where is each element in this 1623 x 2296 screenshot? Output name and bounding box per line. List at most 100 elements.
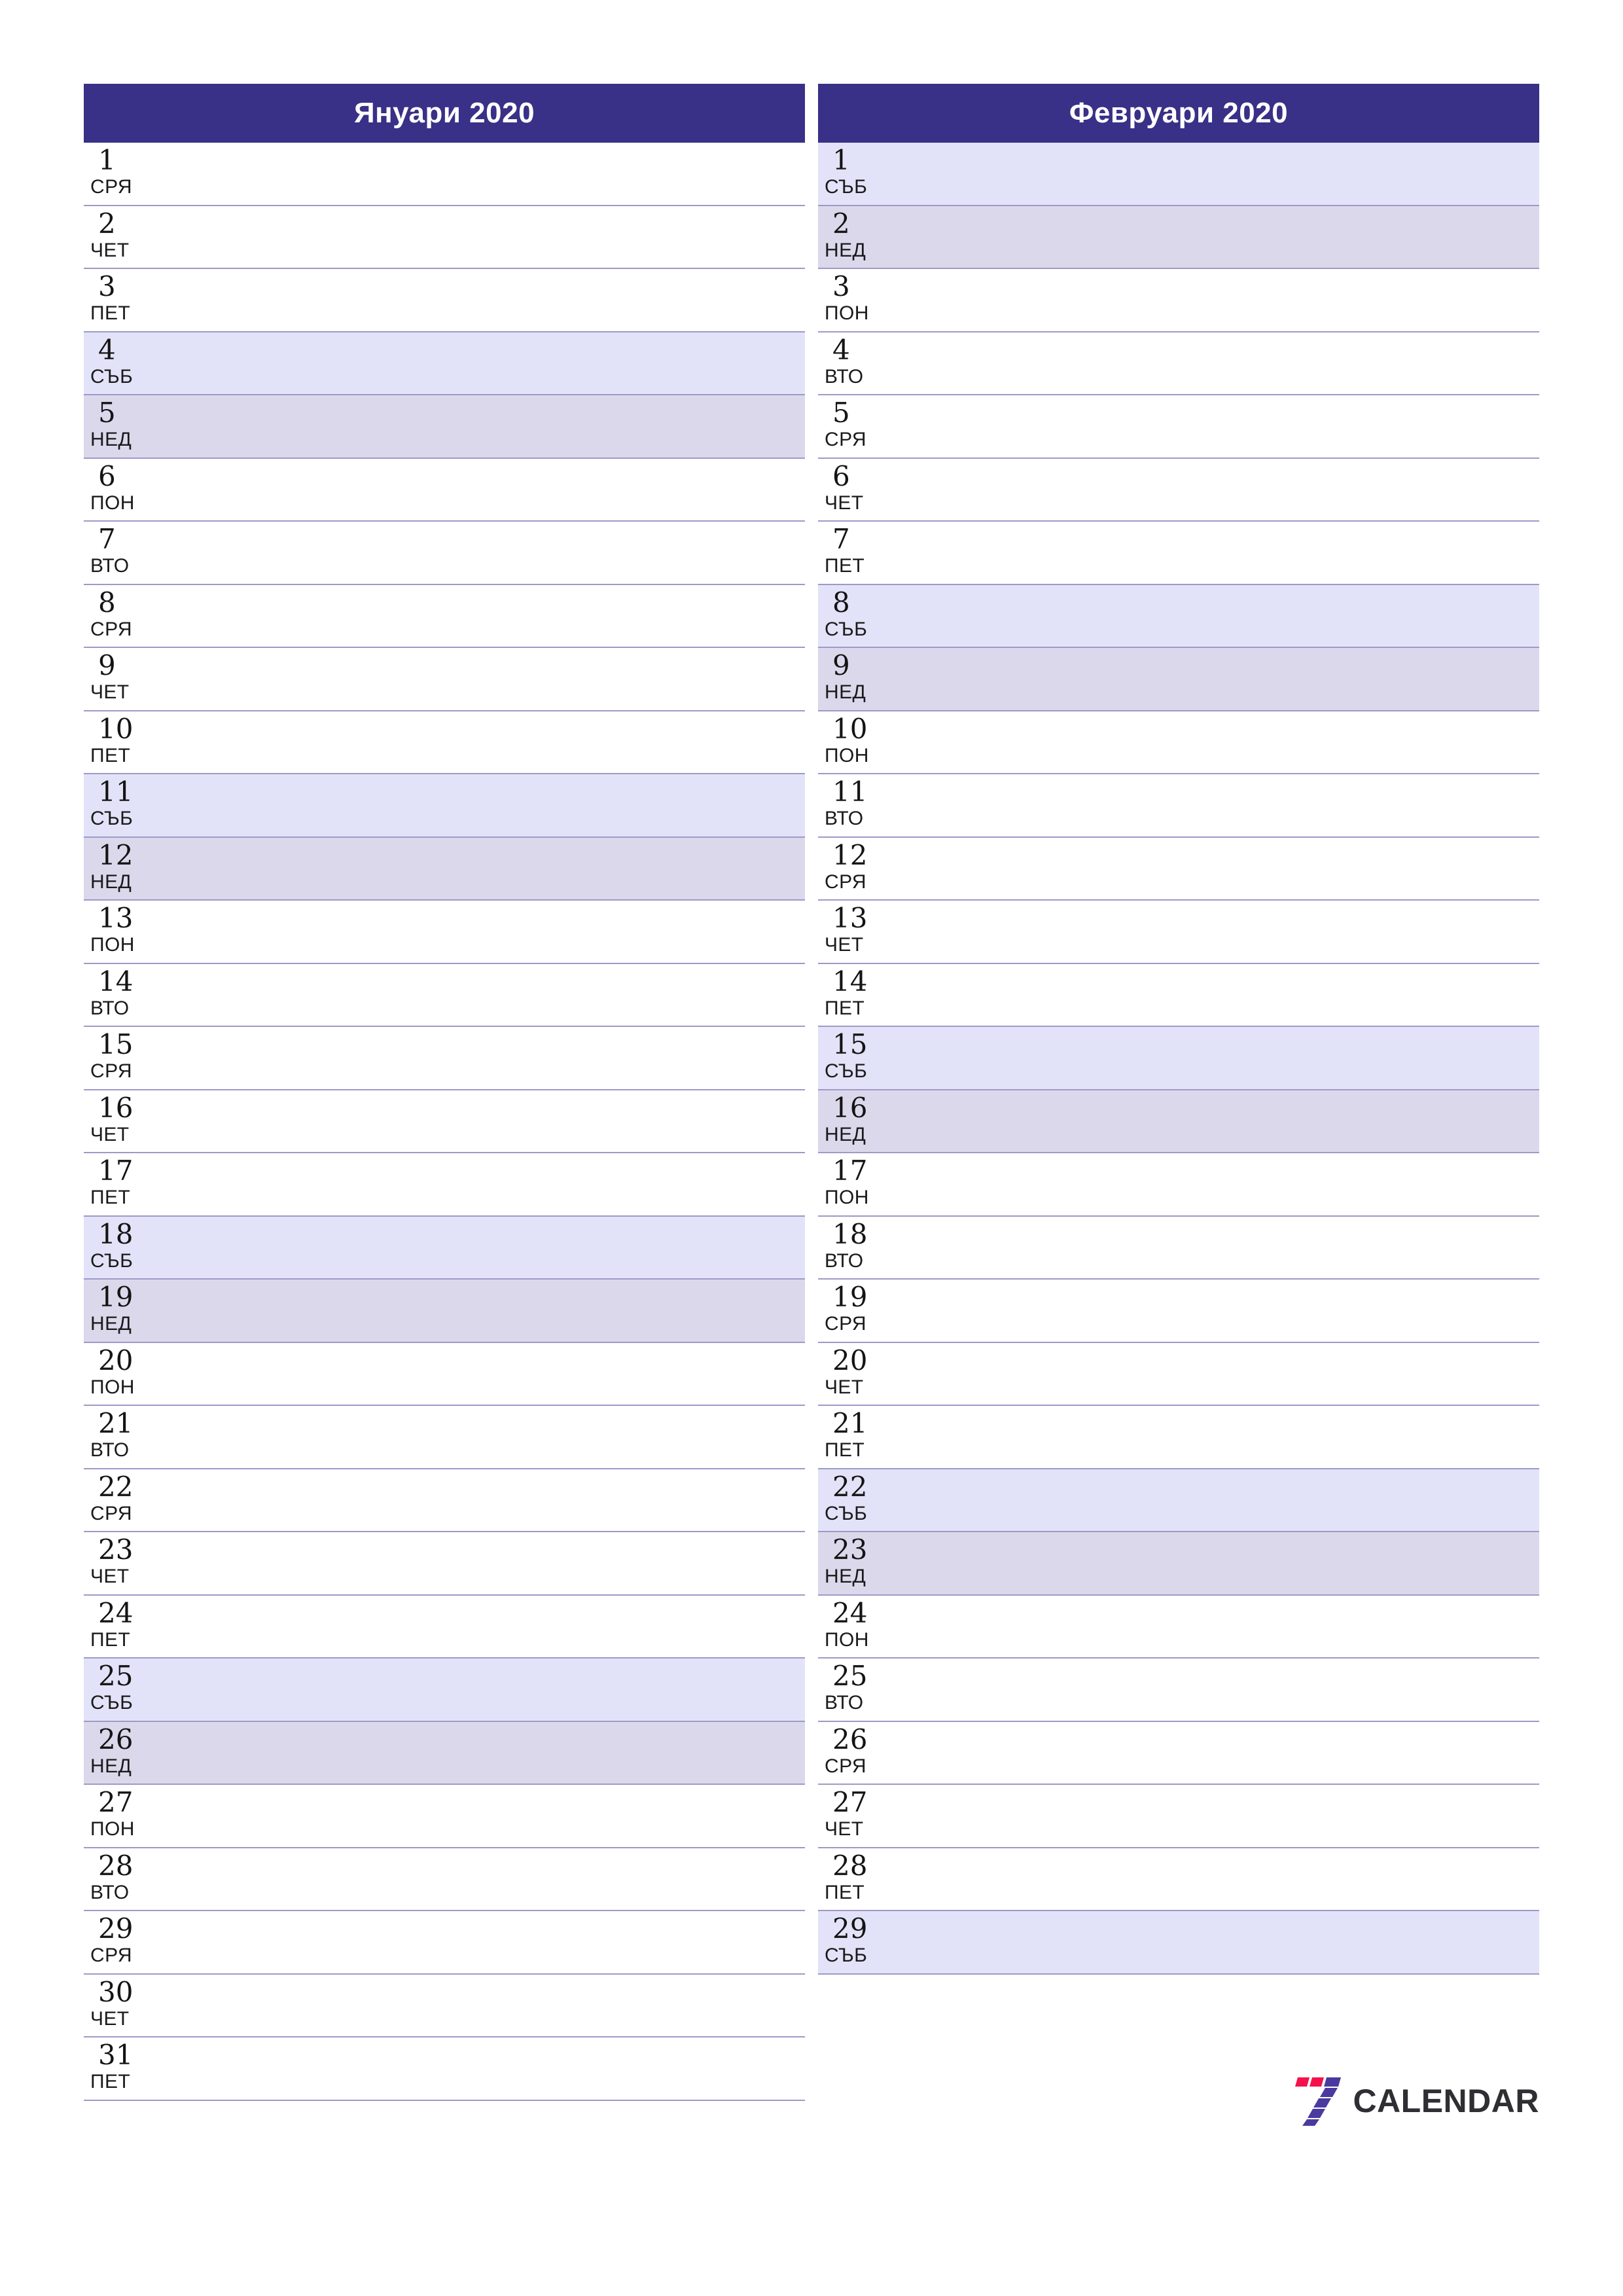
day-weekday-label: ЧЕТ <box>90 2007 130 2030</box>
day-row[interactable]: 25 ВТО <box>818 1659 1539 1722</box>
day-row[interactable]: 27 ЧЕТ <box>818 1785 1539 1848</box>
day-row[interactable]: 14 ВТО <box>84 963 805 1027</box>
day-weekday-label: ПЕТ <box>90 2071 131 2092</box>
day-row[interactable]: 6 ПОН <box>84 458 805 522</box>
day-number: 1 <box>98 144 116 176</box>
day-row[interactable]: 29 СРЯ <box>84 1911 805 1975</box>
day-row[interactable]: 30 ЧЕТ <box>84 1974 805 2037</box>
day-row[interactable]: 1 СЪБ <box>818 143 1539 206</box>
day-row[interactable]: 17 ПЕТ <box>84 1153 805 1217</box>
day-weekday-label: ПЕТ <box>90 302 131 324</box>
day-number: 24 <box>832 1596 868 1629</box>
day-number: 12 <box>98 838 134 871</box>
day-number: 14 <box>832 965 868 997</box>
day-row[interactable]: 5 НЕД <box>84 395 805 459</box>
day-row[interactable]: 7 ПЕТ <box>818 522 1539 585</box>
day-row[interactable]: 15 СРЯ <box>84 1027 805 1090</box>
day-row[interactable]: 26 НЕД <box>84 1721 805 1785</box>
day-weekday-label: НЕД <box>825 681 866 703</box>
day-row[interactable]: 7 ВТО <box>84 522 805 585</box>
day-number: 18 <box>98 1217 134 1250</box>
day-number: 9 <box>832 649 850 681</box>
day-weekday-label: ВТО <box>825 808 864 829</box>
day-row[interactable]: 5 СРЯ <box>818 395 1539 459</box>
day-row[interactable]: 8 СРЯ <box>84 584 805 648</box>
day-number: 19 <box>98 1281 134 1313</box>
day-row[interactable]: 19 НЕД <box>84 1280 805 1343</box>
day-number: 29 <box>98 1912 134 1945</box>
day-number: 26 <box>98 1723 134 1755</box>
day-weekday-label: СЪБ <box>825 176 868 198</box>
day-row[interactable]: 28 ВТО <box>84 1848 805 1911</box>
day-row[interactable]: 21 ПЕТ <box>818 1406 1539 1469</box>
day-row[interactable]: 12 СРЯ <box>818 837 1539 901</box>
day-number: 6 <box>832 459 850 492</box>
day-row[interactable]: 4 ВТО <box>818 332 1539 395</box>
day-number: 13 <box>98 902 134 934</box>
day-row[interactable]: 28 ПЕТ <box>818 1848 1539 1911</box>
day-row[interactable]: 17 ПОН <box>818 1153 1539 1217</box>
day-row[interactable]: 27 ПОН <box>84 1785 805 1848</box>
day-number: 2 <box>832 207 850 240</box>
day-row[interactable]: 16 ЧЕТ <box>84 1090 805 1153</box>
day-row[interactable]: 18 СЪБ <box>84 1216 805 1280</box>
day-number: 31 <box>98 2039 134 2071</box>
day-row[interactable]: 13 ЧЕТ <box>818 901 1539 964</box>
day-number: 5 <box>832 397 850 429</box>
day-row[interactable]: 6 ЧЕТ <box>818 458 1539 522</box>
day-number: 1 <box>832 144 850 176</box>
day-weekday-label: ПОН <box>825 302 869 324</box>
day-weekday-label: СЪБ <box>825 1945 868 1966</box>
day-number: 14 <box>98 965 134 997</box>
day-number: 21 <box>832 1407 868 1439</box>
day-row[interactable]: 3 ПОН <box>818 269 1539 332</box>
day-weekday-label: ЧЕТ <box>825 1818 864 1840</box>
day-row[interactable]: 15 СЪБ <box>818 1027 1539 1090</box>
day-row[interactable]: 23 ЧЕТ <box>84 1532 805 1596</box>
day-row[interactable]: 9 НЕД <box>818 648 1539 711</box>
day-row[interactable]: 20 ЧЕТ <box>818 1342 1539 1406</box>
day-row[interactable]: 10 ПЕТ <box>84 711 805 774</box>
day-weekday-label: ПОН <box>825 1187 869 1208</box>
day-row[interactable]: 13 ПОН <box>84 901 805 964</box>
day-list-february: 1 СЪБ 2 НЕД 3 ПОН 4 ВТО 5 СРЯ 6 ЧЕТ 7 ПЕТ 8 СЪБ 9 НЕД 10 ПО… <box>818 143 1539 1975</box>
day-number: 16 <box>832 1091 868 1124</box>
day-row[interactable]: 16 НЕД <box>818 1090 1539 1153</box>
day-number: 2 <box>98 207 116 240</box>
day-number: 9 <box>98 649 116 681</box>
day-weekday-label: ЧЕТ <box>90 1566 130 1587</box>
day-row[interactable]: 2 НЕД <box>818 206 1539 269</box>
day-weekday-label: СЪБ <box>825 1502 868 1524</box>
day-row[interactable]: 26 СРЯ <box>818 1721 1539 1785</box>
day-row[interactable]: 4 СЪБ <box>84 332 805 395</box>
day-number: 3 <box>98 270 116 302</box>
day-number: 16 <box>98 1091 134 1124</box>
day-number: 15 <box>832 1028 868 1060</box>
day-row[interactable]: 8 СЪБ <box>818 584 1539 648</box>
day-row[interactable]: 10 ПОН <box>818 711 1539 774</box>
day-weekday-label: ВТО <box>90 1439 130 1461</box>
day-number: 22 <box>832 1470 868 1503</box>
day-row[interactable]: 11 ВТО <box>818 774 1539 838</box>
day-list-january: 1 СРЯ 2 ЧЕТ 3 ПЕТ 4 СЪБ 5 НЕД 6 ПОН 7 ВТО 8 СРЯ 9 ЧЕТ 10 ПЕ… <box>84 143 805 2101</box>
day-row[interactable]: 12 НЕД <box>84 837 805 901</box>
day-weekday-label: ПЕТ <box>825 1439 865 1461</box>
day-row[interactable]: 20 ПОН <box>84 1342 805 1406</box>
day-row[interactable]: 22 СРЯ <box>84 1469 805 1532</box>
day-row[interactable]: 3 ПЕТ <box>84 269 805 332</box>
day-row[interactable]: 21 ВТО <box>84 1406 805 1469</box>
day-row[interactable]: 29 СЪБ <box>818 1911 1539 1975</box>
day-row[interactable]: 9 ЧЕТ <box>84 648 805 711</box>
day-row[interactable]: 14 ПЕТ <box>818 963 1539 1027</box>
day-row[interactable]: 23 НЕД <box>818 1532 1539 1596</box>
day-row[interactable]: 24 ПОН <box>818 1595 1539 1659</box>
day-row[interactable]: 31 ПЕТ <box>84 2037 805 2101</box>
day-row[interactable]: 1 СРЯ <box>84 143 805 206</box>
day-row[interactable]: 22 СЪБ <box>818 1469 1539 1532</box>
day-row[interactable]: 19 СРЯ <box>818 1280 1539 1343</box>
day-row[interactable]: 24 ПЕТ <box>84 1595 805 1659</box>
day-row[interactable]: 2 ЧЕТ <box>84 206 805 269</box>
day-row[interactable]: 11 СЪБ <box>84 774 805 838</box>
day-row[interactable]: 18 ВТО <box>818 1216 1539 1280</box>
day-row[interactable]: 25 СЪБ <box>84 1659 805 1722</box>
